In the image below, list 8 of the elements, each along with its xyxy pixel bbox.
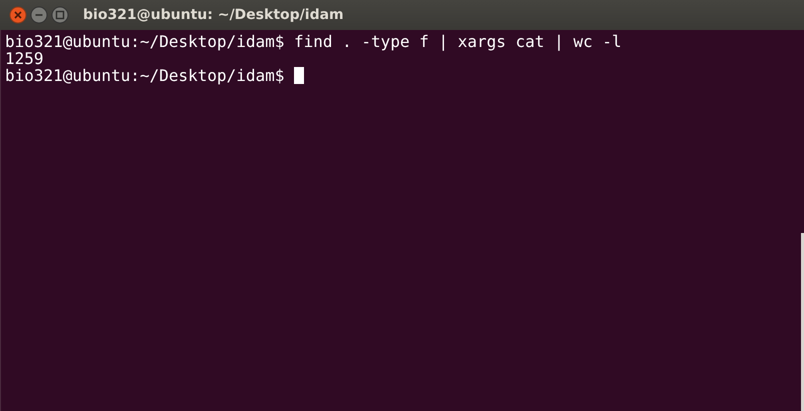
- maximize-icon[interactable]: [51, 6, 69, 24]
- terminal-line: bio321@ubuntu:~/Desktop/idam$ find . -type f | xargs cat | wc -l: [5, 33, 622, 50]
- close-icon[interactable]: [9, 6, 27, 24]
- terminal-line: bio321@ubuntu:~/Desktop/idam$: [5, 67, 286, 84]
- terminal-line: 1259: [5, 50, 44, 67]
- minimize-icon[interactable]: [30, 6, 48, 24]
- window-title: bio321@ubuntu: ~/Desktop/idam: [83, 7, 344, 23]
- scrollbar[interactable]: [801, 233, 804, 411]
